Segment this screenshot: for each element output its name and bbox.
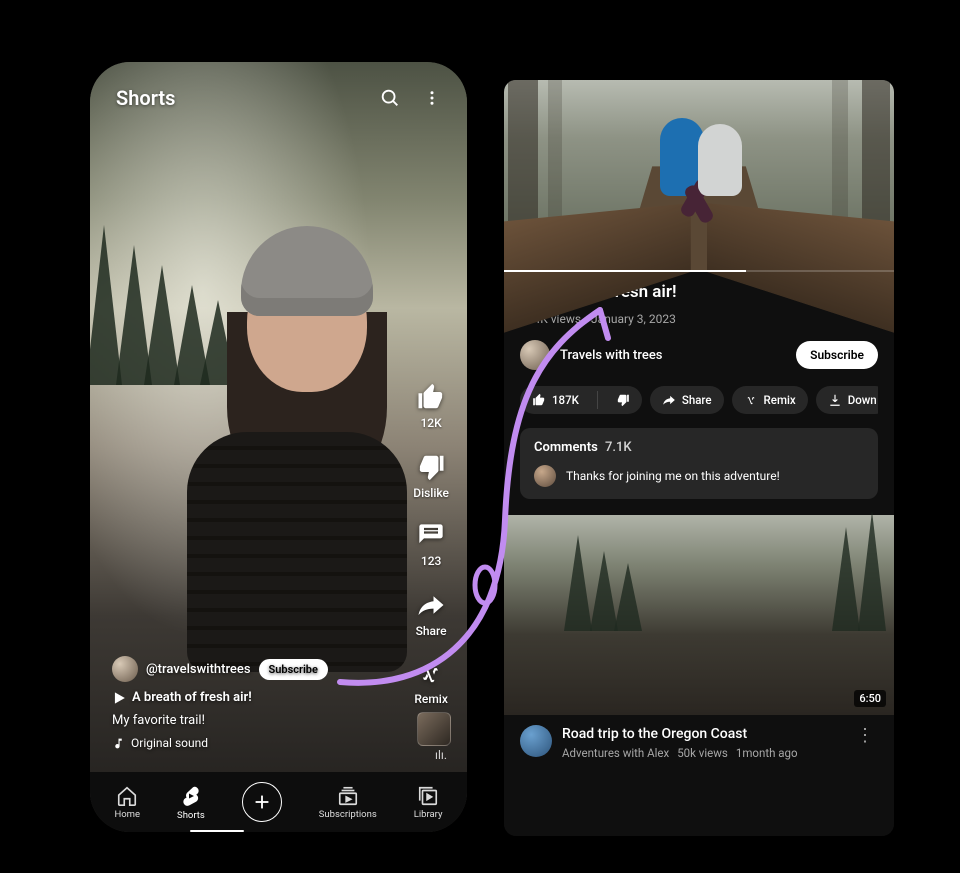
upload-date: January 3, 2023 [591,312,676,326]
related-channel: Adventures with Alex [562,746,669,760]
duration-badge: 6:50 [854,690,886,707]
more-icon[interactable] [423,87,441,109]
share-label: Share [416,624,447,638]
like-button[interactable]: 187K [520,386,591,414]
subscribe-button[interactable]: Subscribe [259,659,328,680]
shorts-action-rail: 12K Dislike 123 Share Remix [413,382,449,706]
channel-link[interactable]: Travels with trees [520,340,662,370]
share-button[interactable]: Share [416,590,447,638]
nav-shorts[interactable]: Shorts [177,784,205,821]
related-title: Road trip to the Oregon Coast [562,725,842,743]
action-pill-row: 187K Share Remix Down [520,386,878,414]
related-channel-avatar[interactable] [520,725,552,757]
linked-video-title: A breath of fresh air! [132,690,252,705]
watch-page: A breath of fresh air! 494K views Januar… [504,80,894,836]
shorts-metadata: @travelswithtrees Subscribe A breath of … [112,656,387,750]
dislike-button[interactable] [604,386,642,414]
nav-library[interactable]: Library [414,785,443,820]
like-button[interactable]: 12K [416,382,446,430]
channel-avatar[interactable] [112,656,138,682]
shorts-player: Shorts 12K Dislike 123 [90,62,467,832]
share-button[interactable]: Share [650,386,724,414]
channel-avatar [520,340,550,370]
bottom-nav: Home Shorts Subscriptions Library [90,772,467,832]
shorts-caption: My favorite trail! [112,713,387,728]
sound-attribution[interactable]: Original sound [112,736,387,750]
comments-count: 123 [421,554,441,568]
linked-video-link[interactable]: A breath of fresh air! [112,690,387,705]
like-dislike-pill: 187K [520,386,642,414]
related-video[interactable]: 6:50 Road trip to the Oregon Coast Adven… [504,515,894,770]
search-icon[interactable] [379,87,401,109]
remix-label: Remix [414,692,448,706]
audio-playing-icon: ılı. [435,748,447,762]
remix-button[interactable]: Remix [414,660,448,706]
sound-thumbnail[interactable] [417,712,451,746]
related-views: 50k views [677,746,728,760]
comments-button[interactable]: 123 [417,522,445,568]
nav-home[interactable]: Home [114,785,140,820]
shorts-page-title: Shorts [116,86,175,110]
commenter-avatar [534,465,556,487]
top-comment-text: Thanks for joining me on this adventure! [566,469,780,483]
comments-count: 7.1K [605,440,632,455]
remix-button[interactable]: Remix [732,386,808,414]
related-thumbnail: 6:50 [504,515,894,715]
related-more-icon[interactable]: ⋮ [852,725,878,747]
dislike-button[interactable]: Dislike [413,452,449,500]
subscribe-button[interactable]: Subscribe [796,341,878,369]
video-player[interactable] [504,80,894,272]
video-stats: 494K views January 3, 2023 [520,312,878,326]
nav-create[interactable] [242,782,282,822]
channel-handle[interactable]: @travelswithtrees [146,662,251,677]
related-age: 1month ago [736,746,798,760]
comments-label: Comments [534,440,598,455]
video-progress[interactable] [504,270,894,272]
nav-subscriptions[interactable]: Subscriptions [319,785,377,820]
channel-name: Travels with trees [560,348,662,363]
dislike-label: Dislike [413,486,449,500]
like-count: 12K [420,416,441,430]
download-button[interactable]: Down [816,386,878,414]
comments-teaser[interactable]: Comments 7.1K Thanks for joining me on t… [520,428,878,499]
